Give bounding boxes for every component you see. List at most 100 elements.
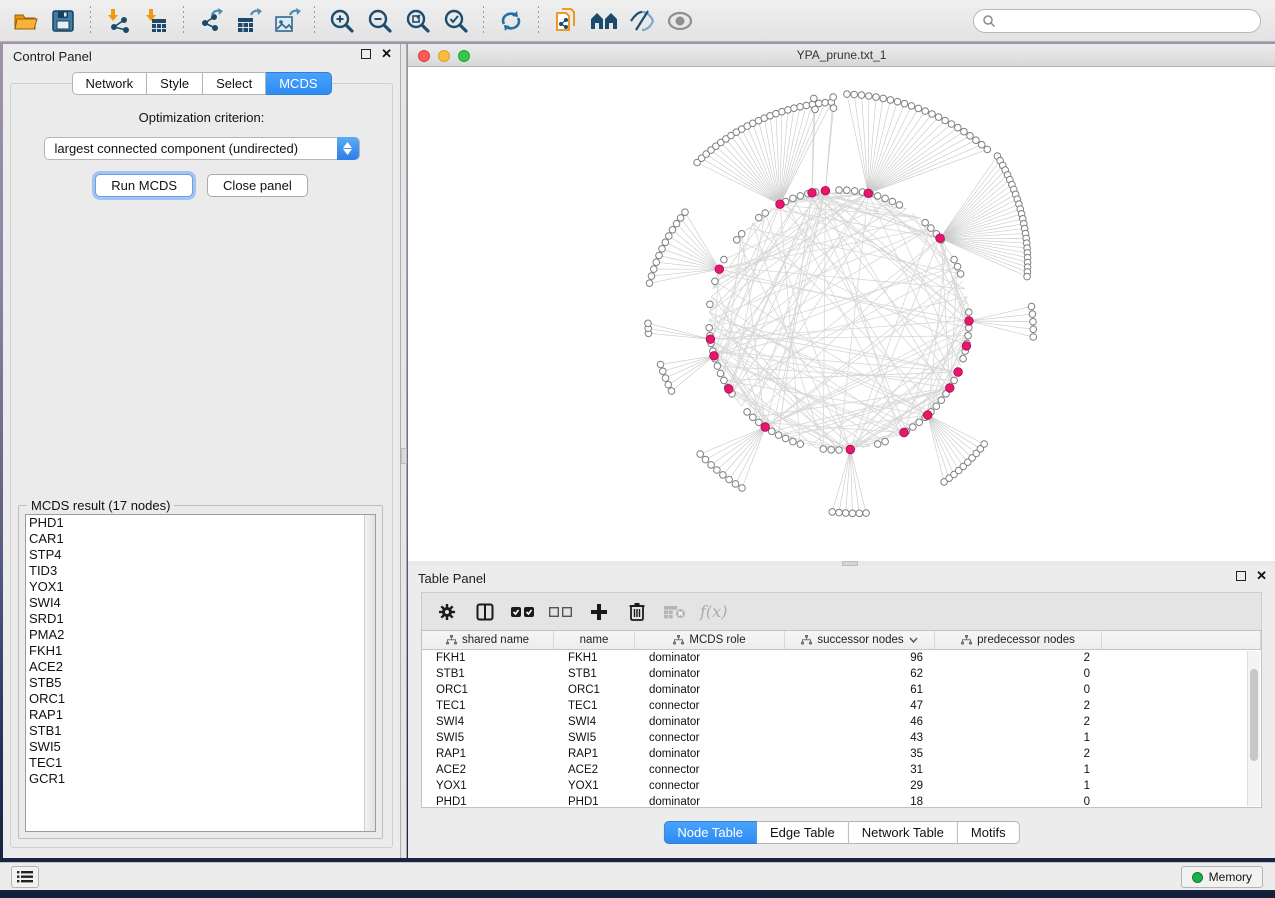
table-row[interactable]: TEC1TEC1connector472 bbox=[422, 698, 1261, 714]
column-header-successor-nodes[interactable]: successor nodes bbox=[785, 631, 935, 649]
export-image-icon[interactable] bbox=[270, 4, 304, 38]
delete-column-icon[interactable] bbox=[624, 599, 650, 625]
table-row[interactable]: SWI5SWI5connector431 bbox=[422, 730, 1261, 746]
window-close-icon[interactable] bbox=[418, 50, 430, 62]
mcds-result-list[interactable]: PHD1CAR1STP4TID3YOX1SWI4SRD1PMA2FKH1ACE2… bbox=[25, 514, 376, 832]
hide-selected-icon[interactable] bbox=[625, 4, 659, 38]
table-row[interactable]: SWI4SWI4dominator462 bbox=[422, 714, 1261, 730]
run-mcds-button[interactable]: Run MCDS bbox=[95, 174, 193, 197]
close-panel-button[interactable]: Close panel bbox=[207, 174, 308, 197]
table-row[interactable]: YOX1YOX1connector291 bbox=[422, 778, 1261, 794]
column-header-predecessor-nodes[interactable]: predecessor nodes bbox=[935, 631, 1102, 649]
binoculars-icon[interactable] bbox=[587, 4, 621, 38]
mcds-result-item[interactable]: TEC1 bbox=[26, 755, 375, 771]
mcds-result-item[interactable]: SWI5 bbox=[26, 739, 375, 755]
table-row[interactable]: FKH1FKH1dominator962 bbox=[422, 650, 1261, 666]
toolbar-separator bbox=[538, 6, 539, 36]
open-folder-icon[interactable] bbox=[8, 4, 42, 38]
mcds-result-item[interactable]: SWI4 bbox=[26, 595, 375, 611]
table-scrollbar[interactable] bbox=[1247, 651, 1260, 806]
table-row[interactable]: STB1STB1dominator620 bbox=[422, 666, 1261, 682]
select-all-icon[interactable] bbox=[510, 599, 536, 625]
export-network-icon[interactable] bbox=[194, 4, 228, 38]
table-cell: 0 bbox=[935, 794, 1102, 810]
deselect-all-icon[interactable] bbox=[548, 599, 574, 625]
function-builder-icon[interactable]: f(x) bbox=[700, 602, 727, 621]
import-table-icon[interactable] bbox=[139, 4, 173, 38]
window-zoom-icon[interactable] bbox=[458, 50, 470, 62]
scrollbar-thumb[interactable] bbox=[1250, 669, 1258, 761]
table-row[interactable]: RAP1RAP1dominator352 bbox=[422, 746, 1261, 762]
table-cell: SWI4 bbox=[422, 714, 554, 730]
table-header: shared namenameMCDS rolesuccessor nodesp… bbox=[422, 631, 1261, 650]
attribute-icon bbox=[961, 635, 972, 645]
main-toolbar bbox=[0, 0, 1275, 42]
network-titlebar[interactable]: YPA_prune.txt_1 bbox=[408, 44, 1275, 67]
zoom-out-icon[interactable] bbox=[363, 4, 397, 38]
list-scrollbar[interactable] bbox=[364, 515, 375, 831]
mcds-result-item[interactable]: YOX1 bbox=[26, 579, 375, 595]
tab-style[interactable]: Style bbox=[147, 72, 203, 95]
mcds-result-item[interactable]: STB1 bbox=[26, 723, 375, 739]
table-tab-node-table[interactable]: Node Table bbox=[663, 821, 757, 844]
mcds-result-title: MCDS result (17 nodes) bbox=[27, 498, 174, 513]
table-settings-gear-icon[interactable] bbox=[434, 599, 460, 625]
zoom-in-icon[interactable] bbox=[325, 4, 359, 38]
close-panel-icon[interactable]: ✕ bbox=[381, 49, 392, 59]
table-cell: STB1 bbox=[422, 666, 554, 682]
zoom-selected-icon[interactable] bbox=[439, 4, 473, 38]
mcds-result-item[interactable]: RAP1 bbox=[26, 707, 375, 723]
float-panel-icon[interactable] bbox=[361, 49, 371, 59]
mcds-result-item[interactable]: PMA2 bbox=[26, 627, 375, 643]
mcds-result-item[interactable]: ORC1 bbox=[26, 691, 375, 707]
column-header-shared-name[interactable]: shared name bbox=[422, 631, 554, 649]
mcds-result-item[interactable]: STP4 bbox=[26, 547, 375, 563]
float-panel-icon[interactable] bbox=[1236, 571, 1246, 581]
export-table-icon[interactable] bbox=[232, 4, 266, 38]
column-header-MCDS-role[interactable]: MCDS role bbox=[635, 631, 785, 649]
table-cell: ORC1 bbox=[422, 682, 554, 698]
table-tab-motifs[interactable]: Motifs bbox=[958, 821, 1020, 844]
mcds-result-item[interactable]: TID3 bbox=[26, 563, 375, 579]
tab-select[interactable]: Select bbox=[203, 72, 266, 95]
add-column-icon[interactable] bbox=[586, 599, 612, 625]
panel-menu-button[interactable] bbox=[11, 866, 39, 888]
clone-network-icon[interactable] bbox=[549, 4, 583, 38]
window-minimize-icon[interactable] bbox=[438, 50, 450, 62]
mcds-result-item[interactable]: STB5 bbox=[26, 675, 375, 691]
memory-label: Memory bbox=[1209, 870, 1252, 884]
column-header-name[interactable]: name bbox=[554, 631, 635, 649]
table-cell: dominator bbox=[635, 746, 785, 762]
table-row[interactable]: ACE2ACE2connector311 bbox=[422, 762, 1261, 778]
delete-table-icon[interactable] bbox=[662, 599, 688, 625]
mcds-result-item[interactable]: ACE2 bbox=[26, 659, 375, 675]
mcds-result-item[interactable]: GCR1 bbox=[26, 771, 375, 787]
tab-network[interactable]: Network bbox=[71, 72, 147, 95]
show-all-icon[interactable] bbox=[663, 4, 697, 38]
mcds-result-item[interactable]: CAR1 bbox=[26, 531, 375, 547]
criterion-select[interactable]: largest connected component (undirected) bbox=[44, 137, 360, 160]
mcds-result-item[interactable]: PHD1 bbox=[26, 515, 375, 531]
network-canvas[interactable] bbox=[408, 67, 1275, 561]
table-tab-edge-table[interactable]: Edge Table bbox=[757, 821, 849, 844]
memory-button[interactable]: Memory bbox=[1181, 866, 1263, 888]
close-panel-icon[interactable]: ✕ bbox=[1256, 571, 1267, 581]
table-cell: TEC1 bbox=[422, 698, 554, 714]
table-cell: 31 bbox=[785, 762, 935, 778]
tab-mcds[interactable]: MCDS bbox=[266, 72, 331, 95]
save-icon[interactable] bbox=[46, 4, 80, 38]
criterion-value: largest connected component (undirected) bbox=[55, 141, 299, 156]
zoom-fit-icon[interactable] bbox=[401, 4, 435, 38]
mcds-result-item[interactable]: FKH1 bbox=[26, 643, 375, 659]
refresh-layout-icon[interactable] bbox=[494, 4, 528, 38]
import-network-icon[interactable] bbox=[101, 4, 135, 38]
vertical-splitter[interactable] bbox=[401, 44, 407, 858]
splitter-grip[interactable] bbox=[401, 448, 407, 464]
search-input[interactable] bbox=[973, 9, 1261, 33]
mcds-result-item[interactable]: SRD1 bbox=[26, 611, 375, 627]
table-tab-network-table[interactable]: Network Table bbox=[849, 821, 958, 844]
show-columns-icon[interactable] bbox=[472, 599, 498, 625]
table-cell: 1 bbox=[935, 762, 1102, 778]
table-row[interactable]: ORC1ORC1dominator610 bbox=[422, 682, 1261, 698]
table-row[interactable]: PHD1PHD1dominator180 bbox=[422, 794, 1261, 810]
